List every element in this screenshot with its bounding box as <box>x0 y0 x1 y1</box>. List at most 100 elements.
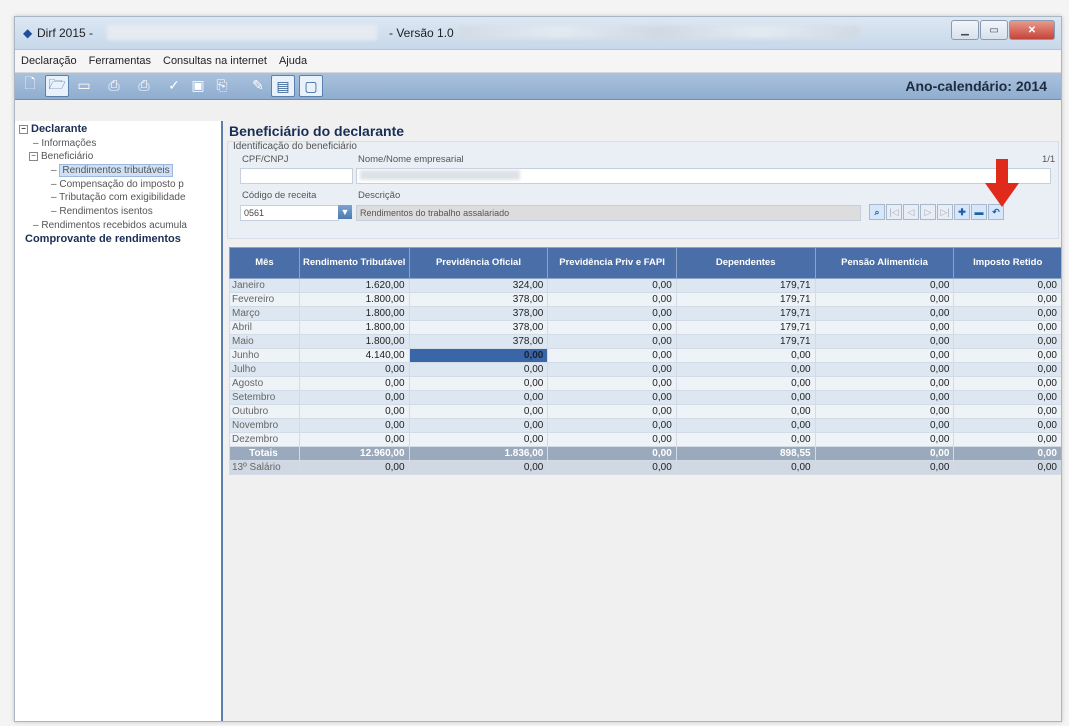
value-cell[interactable]: 0,00 <box>408 348 549 363</box>
value-cell[interactable]: 0,00 <box>298 460 410 475</box>
value-cell[interactable]: 0,00 <box>814 390 955 405</box>
open-folder-icon[interactable]: 🗁 <box>45 75 69 97</box>
tree-rendimentos-isentos[interactable]: – Rendimentos isentos <box>51 206 153 217</box>
value-cell[interactable]: 0,00 <box>298 362 410 377</box>
menu-consultas[interactable]: Consultas na internet <box>163 55 267 67</box>
value-cell[interactable]: 0,00 <box>547 376 677 391</box>
value-cell[interactable]: 324,00 <box>408 278 549 293</box>
menu-ferramentas[interactable]: Ferramentas <box>89 55 151 67</box>
first-record-icon[interactable]: |◁ <box>886 204 902 220</box>
value-cell[interactable]: 0,00 <box>814 278 955 293</box>
value-cell[interactable]: 0,00 <box>547 278 677 293</box>
tree-rendimentos-acumulados[interactable]: – Rendimentos recebidos acumula <box>33 220 187 231</box>
new-file-icon[interactable]: 🗋 <box>19 75 41 95</box>
menu-ajuda[interactable]: Ajuda <box>279 55 307 67</box>
value-cell[interactable]: 0,00 <box>675 390 816 405</box>
value-cell[interactable]: 0,00 <box>298 404 410 419</box>
value-cell[interactable]: 1.800,00 <box>298 334 410 349</box>
value-cell[interactable]: 1.800,00 <box>298 306 410 321</box>
value-cell[interactable]: 0,00 <box>547 362 677 377</box>
sign-icon[interactable]: ✎ <box>247 75 269 95</box>
value-cell[interactable]: 179,71 <box>675 292 816 307</box>
tree-beneficiario[interactable]: − Beneficiário <box>29 151 93 162</box>
value-cell[interactable]: 0,00 <box>298 390 410 405</box>
value-cell[interactable]: 1.836,00 <box>408 446 549 461</box>
value-cell[interactable]: 0,00 <box>675 348 816 363</box>
value-cell[interactable]: 0,00 <box>675 404 816 419</box>
tree-comprovante[interactable]: Comprovante de rendimentos <box>25 233 181 245</box>
tree-rendimentos-tributaveis[interactable]: – Rendimentos tributáveis <box>51 164 173 177</box>
value-cell[interactable]: 0,00 <box>814 404 955 419</box>
search-icon[interactable]: ⌕ <box>869 204 885 220</box>
tree-compensacao[interactable]: – Compensação do imposto p <box>51 179 184 190</box>
value-cell[interactable]: 4.140,00 <box>298 348 410 363</box>
value-cell[interactable]: 0,00 <box>814 376 955 391</box>
value-cell[interactable]: 0,00 <box>675 376 816 391</box>
value-cell[interactable]: 0,00 <box>298 376 410 391</box>
tree-declarante[interactable]: − Declarante <box>19 123 87 135</box>
value-cell[interactable]: 0,00 <box>675 418 816 433</box>
value-cell[interactable]: 0,00 <box>675 460 816 475</box>
value-cell[interactable]: 0,00 <box>675 362 816 377</box>
value-cell[interactable]: 0,00 <box>675 432 816 447</box>
collapse-icon[interactable]: − <box>29 151 38 161</box>
value-cell[interactable]: 12.960,00 <box>298 446 410 461</box>
value-cell[interactable]: 179,71 <box>675 306 816 321</box>
add-record-icon[interactable]: ✚ <box>954 204 970 220</box>
value-cell[interactable]: 0,00 <box>814 348 955 363</box>
value-cell[interactable]: 1.800,00 <box>298 292 410 307</box>
value-cell[interactable]: 0,00 <box>953 348 1061 363</box>
value-cell[interactable]: 0,00 <box>814 460 955 475</box>
value-cell[interactable]: 0,00 <box>408 362 549 377</box>
value-cell[interactable]: 0,00 <box>547 446 677 461</box>
collapse-icon[interactable]: − <box>19 124 28 134</box>
value-cell[interactable]: 0,00 <box>953 404 1061 419</box>
value-cell[interactable]: 0,00 <box>953 292 1061 307</box>
value-cell[interactable]: 0,00 <box>547 460 677 475</box>
prev-record-icon[interactable]: ◁ <box>903 204 919 220</box>
print-icon[interactable]: ⎙ <box>133 75 155 95</box>
value-cell[interactable]: 0,00 <box>814 432 955 447</box>
value-cell[interactable]: 0,00 <box>547 320 677 335</box>
value-cell[interactable]: 1.620,00 <box>298 278 410 293</box>
value-cell[interactable]: 0,00 <box>814 306 955 321</box>
value-cell[interactable]: 0,00 <box>408 376 549 391</box>
value-cell[interactable]: 378,00 <box>408 306 549 321</box>
value-cell[interactable]: 0,00 <box>814 292 955 307</box>
value-cell[interactable]: 0,00 <box>547 292 677 307</box>
value-cell[interactable]: 0,00 <box>547 404 677 419</box>
save-icon[interactable]: ▣ <box>187 75 209 95</box>
value-cell[interactable]: 0,00 <box>408 404 549 419</box>
next-record-icon[interactable]: ▷ <box>920 204 936 220</box>
form-icon[interactable]: ▤ <box>271 75 295 97</box>
value-cell[interactable]: 0,00 <box>298 418 410 433</box>
check-icon[interactable]: ✓ <box>163 75 185 95</box>
tree-informacoes[interactable]: – Informações <box>33 138 96 149</box>
minimize-button[interactable]: ▁ <box>951 20 979 40</box>
last-record-icon[interactable]: ▷| <box>937 204 953 220</box>
value-cell[interactable]: 0,00 <box>953 376 1061 391</box>
value-cell[interactable]: 0,00 <box>408 418 549 433</box>
tree-tributacao[interactable]: – Tributação com exigibilidade <box>51 192 186 203</box>
maximize-button[interactable]: ▭ <box>980 20 1008 40</box>
close-button[interactable]: ✕ <box>1009 20 1055 40</box>
value-cell[interactable]: 1.800,00 <box>298 320 410 335</box>
value-cell[interactable]: 0,00 <box>547 334 677 349</box>
value-cell[interactable]: 898,55 <box>675 446 816 461</box>
value-cell[interactable]: 179,71 <box>675 320 816 335</box>
value-cell[interactable]: 0,00 <box>953 446 1061 461</box>
value-cell[interactable]: 0,00 <box>298 432 410 447</box>
value-cell[interactable]: 0,00 <box>408 390 549 405</box>
value-cell[interactable]: 0,00 <box>953 460 1061 475</box>
value-cell[interactable]: 0,00 <box>953 418 1061 433</box>
value-cell[interactable]: 0,00 <box>953 390 1061 405</box>
value-cell[interactable]: 0,00 <box>953 432 1061 447</box>
folder-icon[interactable]: ▭ <box>73 75 95 95</box>
value-cell[interactable]: 0,00 <box>547 348 677 363</box>
value-cell[interactable]: 179,71 <box>675 334 816 349</box>
value-cell[interactable]: 0,00 <box>953 362 1061 377</box>
value-cell[interactable]: 378,00 <box>408 320 549 335</box>
menu-declaracao[interactable]: Declaração <box>21 55 77 67</box>
value-cell[interactable]: 0,00 <box>547 390 677 405</box>
value-cell[interactable]: 378,00 <box>408 334 549 349</box>
